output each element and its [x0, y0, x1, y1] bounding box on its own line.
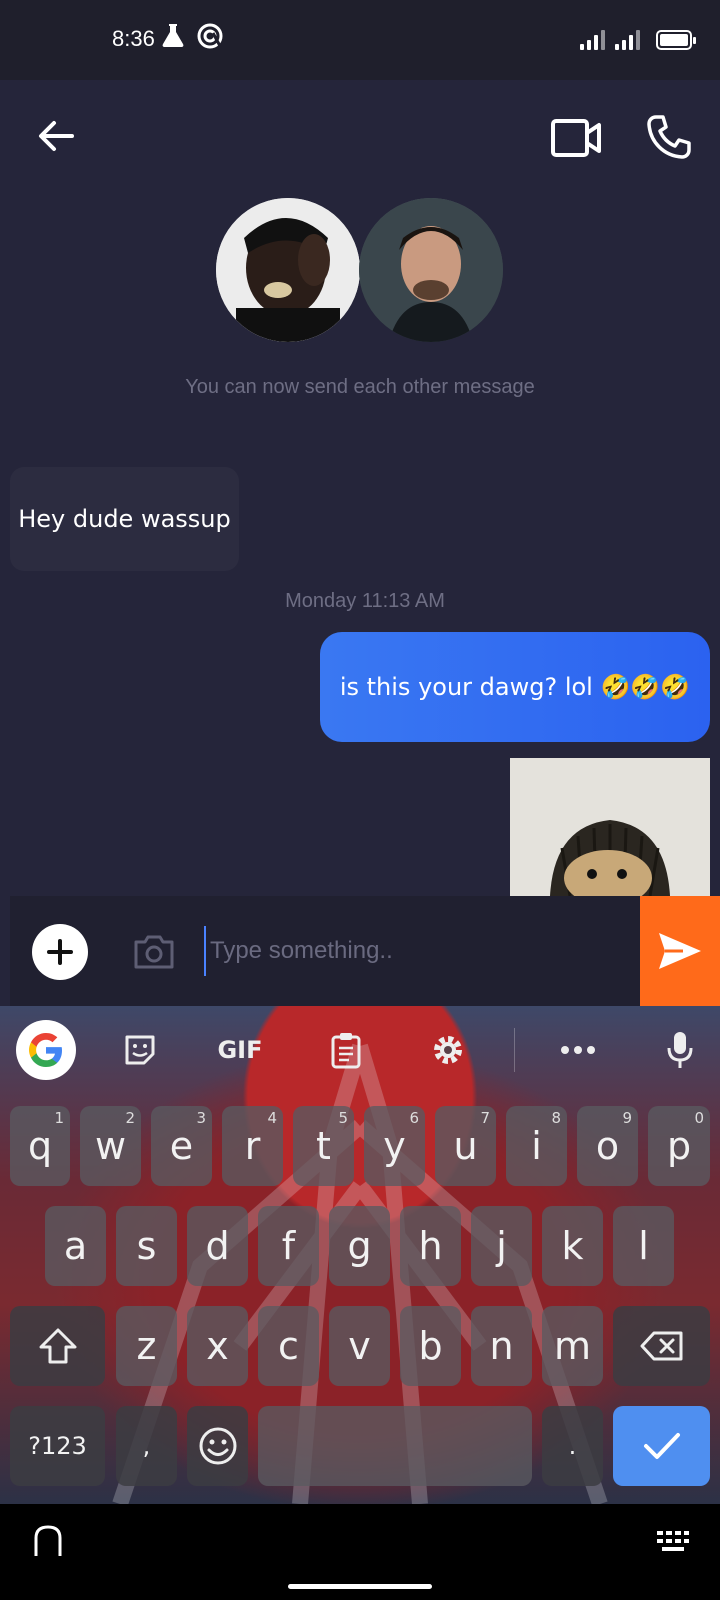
key-w[interactable]: w2	[80, 1106, 141, 1186]
key-s[interactable]: s	[116, 1206, 177, 1286]
key-q[interactable]: q1	[10, 1106, 70, 1186]
key-e[interactable]: e3	[151, 1106, 212, 1186]
mic-icon[interactable]	[650, 1020, 710, 1080]
outgoing-message[interactable]: is this your dawg? lol 🤣🤣🤣	[320, 632, 710, 742]
image-message[interactable]	[510, 758, 710, 896]
signal-icon	[615, 28, 640, 50]
key-h[interactable]: h	[400, 1206, 461, 1286]
key-c[interactable]: c	[258, 1306, 319, 1386]
clipboard-icon[interactable]	[316, 1020, 376, 1080]
key-b[interactable]: b	[400, 1306, 461, 1386]
key-x[interactable]: x	[187, 1306, 248, 1386]
period-key[interactable]: .	[542, 1406, 603, 1486]
keyboard-toolbar: GIF	[0, 1006, 720, 1094]
message-input[interactable]	[204, 926, 624, 976]
sync-icon	[197, 23, 223, 49]
toolbar-divider	[514, 1028, 515, 1072]
key-a[interactable]: a	[45, 1206, 106, 1286]
key-g[interactable]: g	[329, 1206, 390, 1286]
keyboard: GIF q1 w 2 e 3 r 4 t 5 y 6 u 7 i 8 o 9 p…	[0, 1006, 720, 1504]
key-d[interactable]: d	[187, 1206, 248, 1286]
key-m[interactable]: m	[542, 1306, 603, 1386]
key-z[interactable]: z	[116, 1306, 177, 1386]
backspace-icon	[640, 1331, 682, 1361]
phone-icon[interactable]	[646, 114, 692, 160]
key-j[interactable]: j	[471, 1206, 532, 1286]
backspace-key[interactable]	[613, 1306, 710, 1386]
key-r[interactable]: r4	[222, 1106, 283, 1186]
battery-icon	[656, 30, 696, 50]
avatar	[216, 198, 360, 342]
key-k[interactable]: k	[542, 1206, 603, 1286]
keyboard-switch-icon[interactable]	[656, 1530, 690, 1552]
gif-button[interactable]: GIF	[210, 1020, 270, 1080]
emoji-key[interactable]	[187, 1406, 248, 1486]
status-indicators	[580, 28, 696, 50]
key-n[interactable]: n	[471, 1306, 532, 1386]
more-icon[interactable]	[548, 1020, 608, 1080]
plus-icon	[47, 939, 73, 965]
video-call-icon[interactable]	[550, 118, 602, 158]
key-u[interactable]: u7	[435, 1106, 496, 1186]
shift-icon	[39, 1328, 76, 1364]
signal-icon	[580, 28, 605, 50]
checkmark-icon	[643, 1433, 680, 1459]
message-timestamp: Monday 11:13 AM	[285, 590, 445, 612]
status-bar: 8:36	[0, 0, 720, 80]
status-time: 8:36	[112, 26, 155, 51]
chat-header	[0, 80, 720, 190]
key-o[interactable]: o9	[577, 1106, 638, 1186]
key-f[interactable]: f	[258, 1206, 319, 1286]
arrow-left-icon[interactable]	[36, 116, 76, 156]
chat-info-text: You can now send each other message	[185, 376, 535, 398]
gear-icon[interactable]	[418, 1020, 478, 1080]
emoji-icon	[199, 1427, 236, 1465]
key-y[interactable]: y6	[364, 1106, 425, 1186]
avatar	[359, 198, 503, 342]
camera-icon[interactable]	[132, 934, 176, 970]
key-l[interactable]: l	[613, 1206, 674, 1286]
key-i[interactable]: i8	[506, 1106, 567, 1186]
space-key[interactable]	[258, 1406, 532, 1486]
send-button[interactable]	[640, 896, 720, 1006]
google-icon[interactable]	[16, 1020, 76, 1080]
navigation-bar	[0, 1504, 720, 1600]
key-t[interactable]: t5	[293, 1106, 354, 1186]
flask-icon	[162, 24, 184, 47]
symbols-key[interactable]: ?123	[10, 1406, 105, 1486]
enter-key[interactable]	[613, 1406, 710, 1486]
arch-icon[interactable]	[32, 1524, 64, 1558]
home-indicator[interactable]	[288, 1584, 432, 1589]
comma-key[interactable]: ,	[116, 1406, 177, 1486]
message-composer	[10, 896, 720, 1006]
send-icon	[659, 933, 701, 969]
add-attachment-button[interactable]	[32, 924, 88, 980]
shift-key[interactable]	[10, 1306, 105, 1386]
key-v[interactable]: v	[329, 1306, 390, 1386]
incoming-message[interactable]: Hey dude wassup	[10, 467, 239, 571]
key-p[interactable]: p0	[648, 1106, 710, 1186]
sticker-icon[interactable]	[110, 1020, 170, 1080]
